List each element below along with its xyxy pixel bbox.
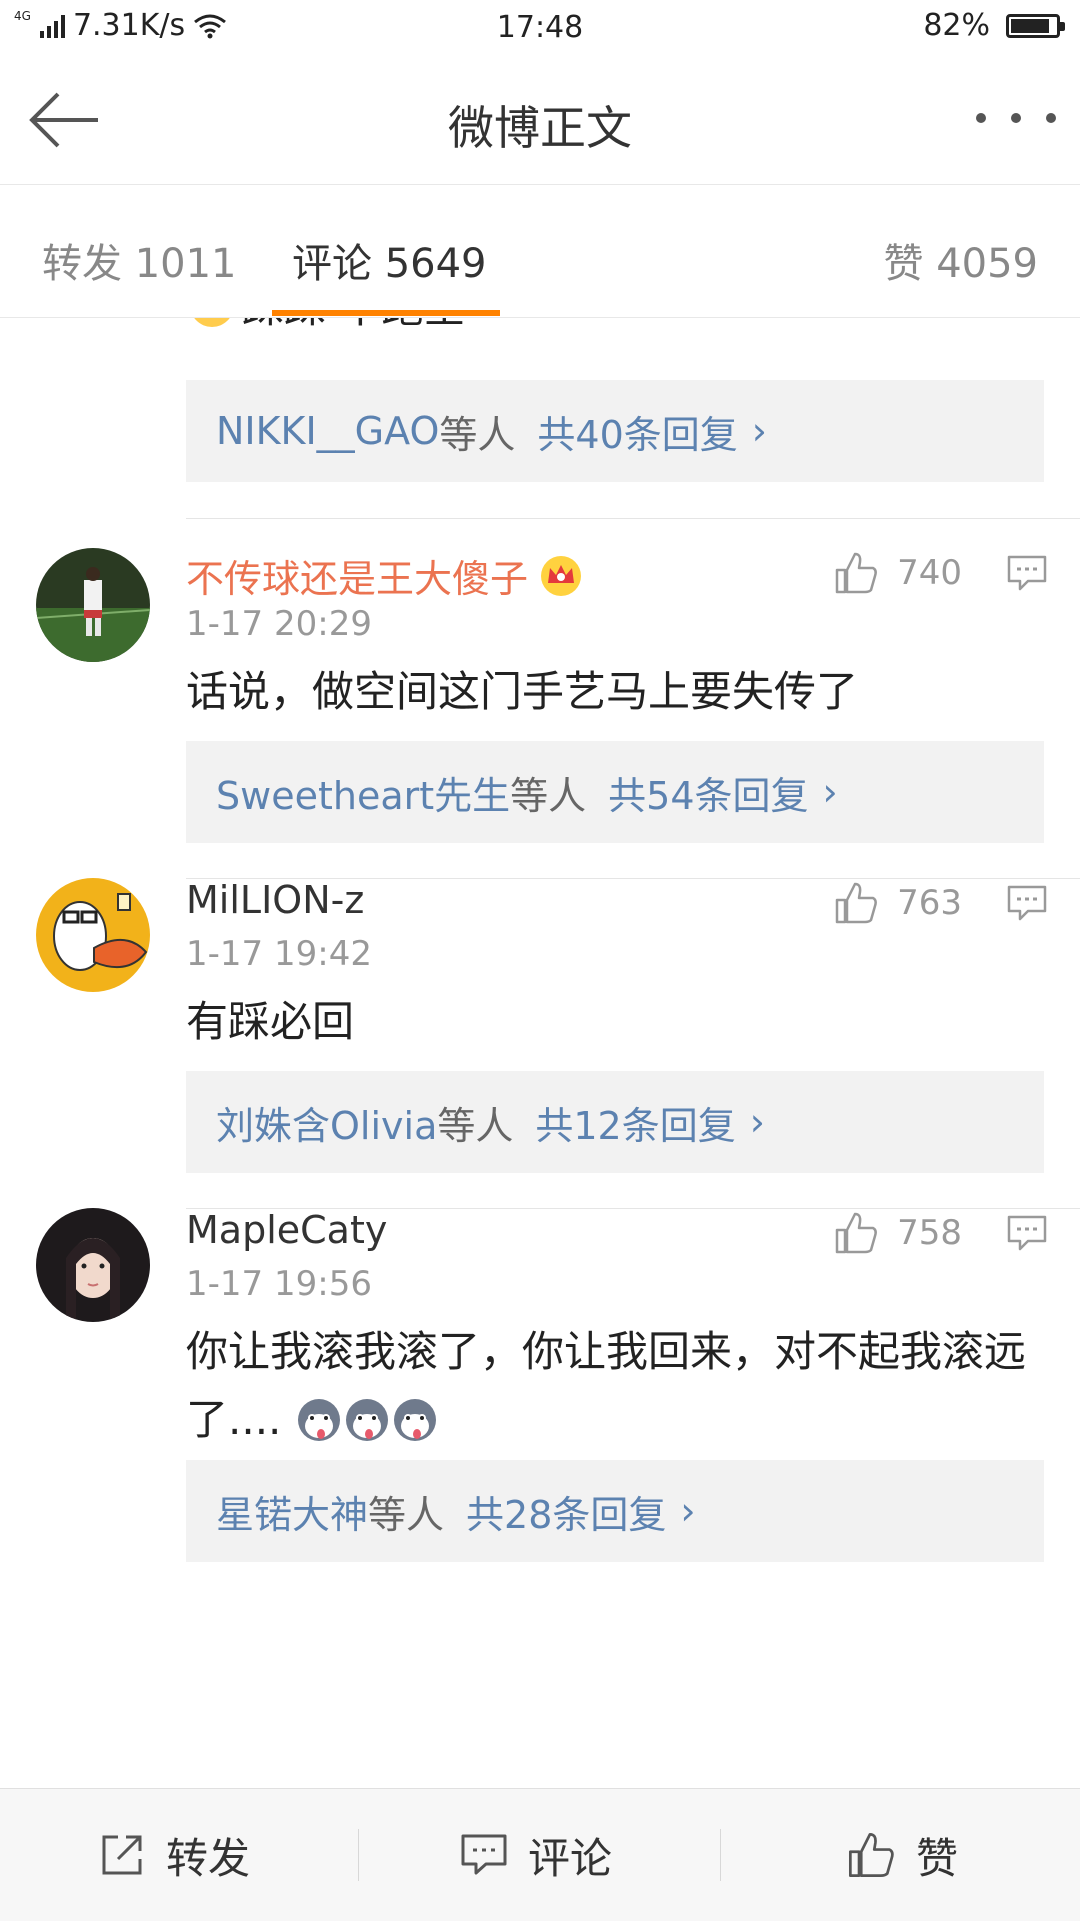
chevron-right-icon: › <box>680 1489 696 1533</box>
reply-user[interactable]: NIKKI__GAO <box>216 409 439 453</box>
reply-user[interactable]: 刘姝含Olivia <box>216 1095 437 1150</box>
thumbs-up-icon <box>835 882 877 924</box>
share-icon <box>102 1835 142 1875</box>
reply-suffix: 等人 <box>368 1492 445 1537</box>
status-bar: 4G 7.31K/s 17:48 82% <box>0 0 1080 58</box>
chevron-right-icon: › <box>751 409 767 453</box>
active-tab-indicator <box>272 310 500 316</box>
comment-label: 评论 <box>528 1833 613 1883</box>
comment-time: 1-17 20:29 <box>186 604 372 644</box>
reply-summary[interactable]: 刘姝含Olivia 等人 共12条回复 › <box>186 1071 1044 1173</box>
tab-forward[interactable]: 转发 1011 <box>42 231 237 289</box>
battery-icon <box>1006 13 1065 38</box>
reply-count[interactable]: 共28条回复 <box>466 1484 666 1539</box>
reply-suffix: 等人 <box>439 412 516 457</box>
forward-button[interactable]: 转发 <box>98 1789 250 1921</box>
divider <box>358 1829 359 1881</box>
chevron-right-icon: › <box>749 1100 765 1144</box>
reply-count[interactable]: 共12条回复 <box>535 1095 735 1150</box>
comment-text: 话说，做空间这门手艺马上要失传了 <box>186 667 859 716</box>
reply-user[interactable]: Sweetheart先生 <box>216 765 510 820</box>
reply-count[interactable]: 共54条回复 <box>608 765 808 820</box>
forward-label: 转发 <box>166 1833 251 1883</box>
reply-suffix: 等人 <box>510 773 587 818</box>
tab-bar: 转发 1011 评论 5649 赞 4059 <box>0 185 1080 318</box>
avatar[interactable] <box>36 878 150 992</box>
like-count: 763 <box>897 883 962 923</box>
like-count: 740 <box>897 553 962 593</box>
commenter-name[interactable]: MapleCaty <box>186 1208 387 1252</box>
bottom-action-bar: 转发 评论 赞 <box>0 1788 1080 1921</box>
comment-time: 1-17 19:42 <box>186 934 372 974</box>
thumbs-up-icon <box>835 1212 877 1254</box>
reply-summary[interactable]: NIKKI__GAO 等人 共40条回复 › <box>186 380 1044 482</box>
crown-badge-icon <box>541 555 582 596</box>
comment-actions: 758 <box>833 1210 1048 1256</box>
reply-summary[interactable]: Sweetheart先生 等人 共54条回复 › <box>186 741 1044 843</box>
comment-time: 1-17 19:56 <box>186 1264 372 1304</box>
clock: 17:48 <box>496 10 584 45</box>
thumbs-up-icon <box>835 552 877 594</box>
commenter-name[interactable]: 不传球还是王大傻子 <box>186 548 584 603</box>
husky-emoji-icon <box>393 1399 436 1441</box>
reply-summary[interactable]: 星锘大神 等人 共28条回复 › <box>186 1460 1044 1562</box>
husky-emoji-icon <box>345 1399 388 1441</box>
comment-text: 有踩必回 <box>186 997 355 1046</box>
avatar[interactable] <box>36 548 150 662</box>
comment-text: 你让我滚我滚了，你让我回来，对不起我滚远了.... <box>186 1327 1027 1444</box>
like-button[interactable]: 763 <box>833 880 962 926</box>
like-button[interactable]: 758 <box>833 1210 962 1256</box>
comment-button[interactable]: 评论 <box>460 1789 612 1921</box>
avatar[interactable] <box>36 1208 150 1322</box>
husky-emoji-icon <box>297 1399 340 1441</box>
comment-actions: 740 <box>833 550 1048 596</box>
thumbs-up-icon <box>848 1832 894 1878</box>
like-button[interactable]: 740 <box>833 550 962 596</box>
like-label: 赞 <box>916 1833 959 1883</box>
like-bottom-button[interactable]: 赞 <box>846 1789 958 1921</box>
like-count: 758 <box>897 1213 962 1253</box>
commenter-name[interactable]: MilLION-z <box>186 878 364 922</box>
comment-icon <box>461 1834 507 1875</box>
battery-level: 82% <box>923 8 990 43</box>
more-options-icon[interactable] <box>976 98 1056 138</box>
tab-like[interactable]: 赞 4059 <box>883 231 1038 289</box>
nav-bar: 微博正文 <box>0 58 1080 185</box>
reply-user[interactable]: 星锘大神 <box>216 1484 368 1539</box>
comment-actions: 763 <box>833 880 1048 926</box>
reply-comment-icon[interactable] <box>1006 1214 1048 1252</box>
reply-suffix: 等人 <box>437 1103 514 1148</box>
page-title: 微博正文 <box>448 101 632 155</box>
reply-comment-icon[interactable] <box>1006 884 1048 922</box>
tab-comment[interactable]: 评论 5649 <box>292 231 487 289</box>
divider <box>720 1829 721 1881</box>
comment-list[interactable]: 踩踩 不跑空 NIKKI__GAO 等人 共40条回复 › 不传球还是王大傻子 <box>0 318 1080 1788</box>
reply-comment-icon[interactable] <box>1006 554 1048 592</box>
divider <box>186 518 1080 519</box>
reply-count[interactable]: 共40条回复 <box>537 404 737 459</box>
chevron-right-icon: › <box>822 770 838 814</box>
comment-text: 踩踩 不跑空 <box>242 318 465 335</box>
smile-emoji-icon <box>194 318 230 327</box>
